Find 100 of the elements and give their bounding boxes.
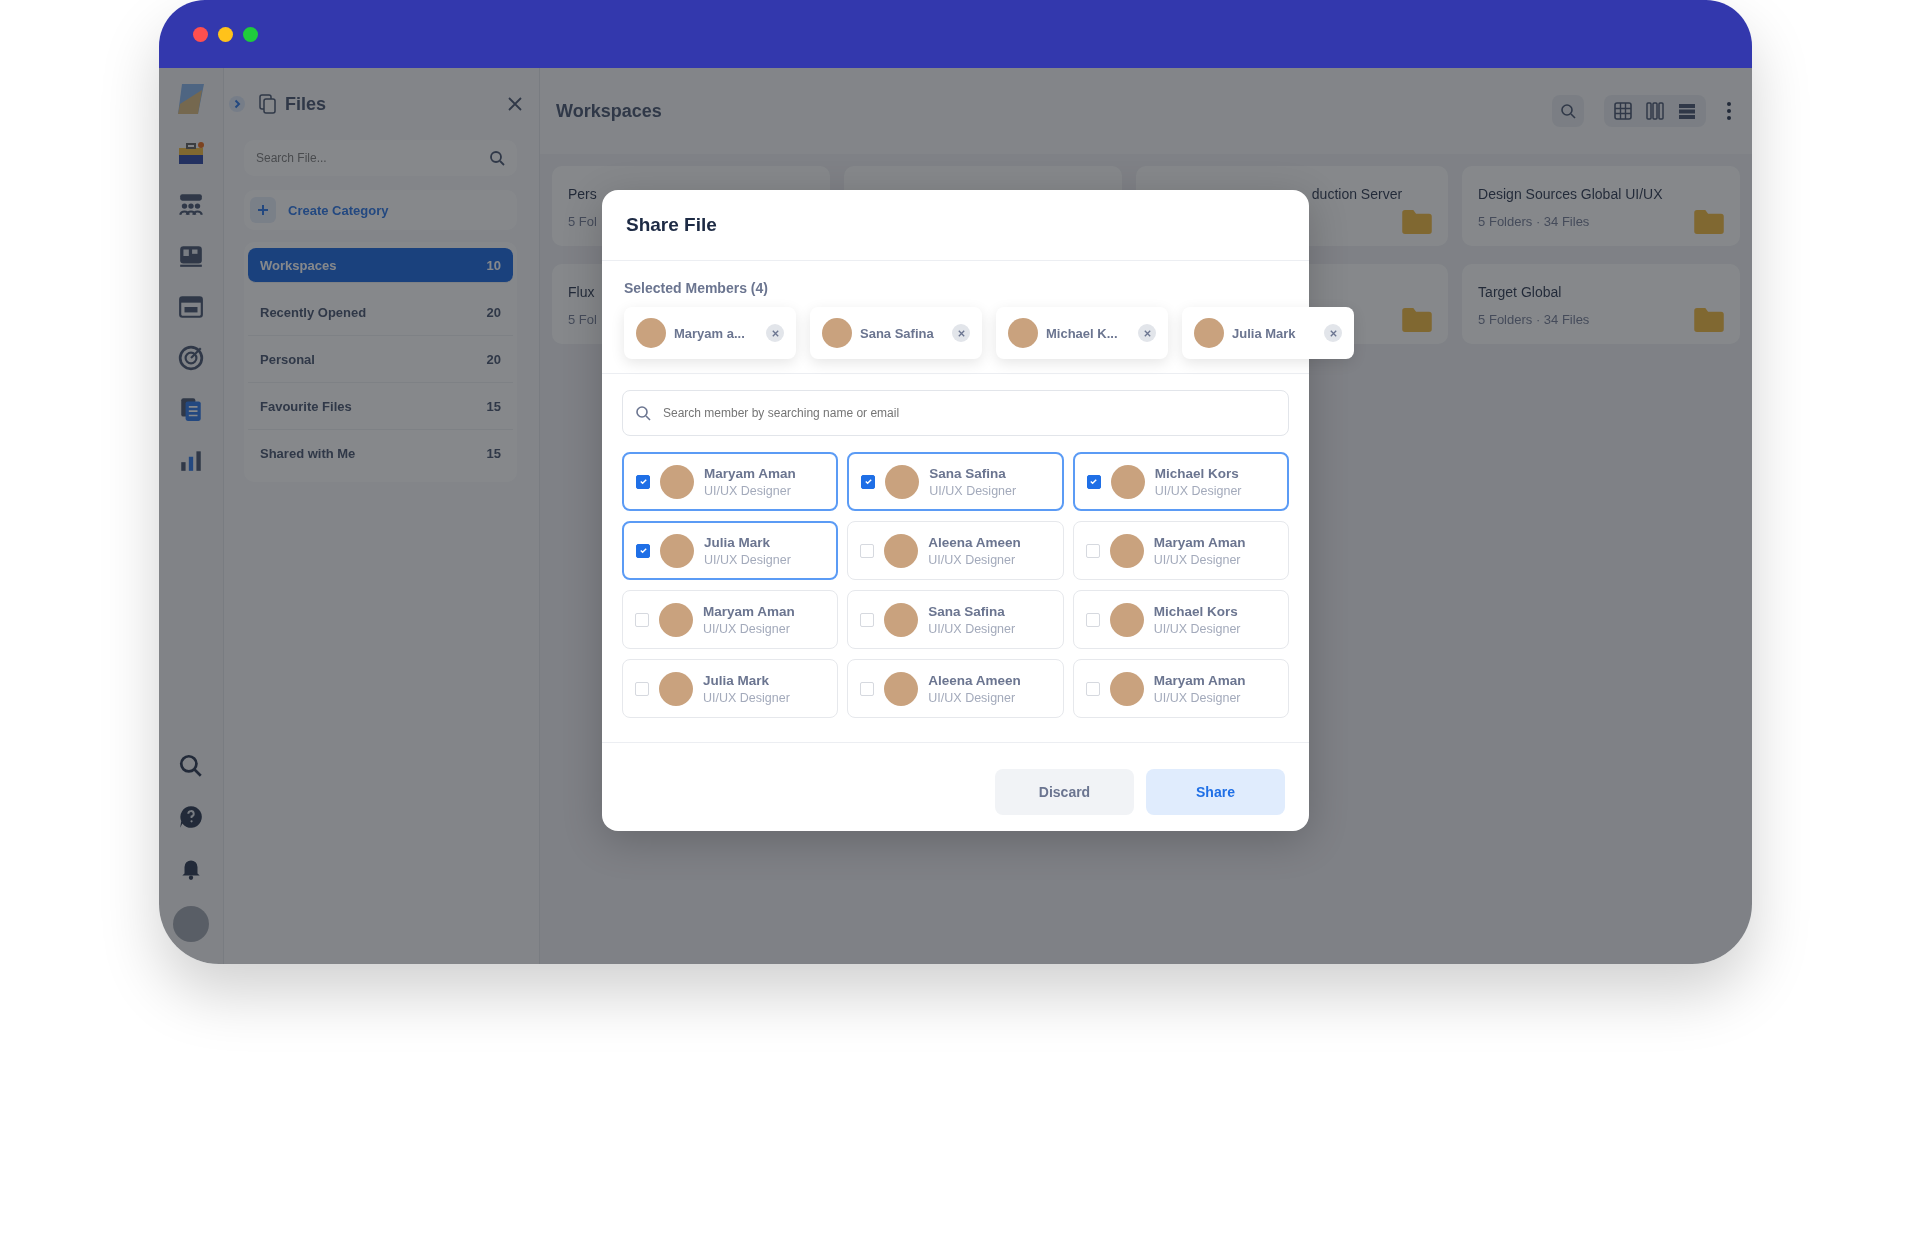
member-name: Sana Safina xyxy=(929,465,1007,481)
category-item[interactable]: Personal 20 xyxy=(248,336,513,383)
remove-button[interactable] xyxy=(766,324,784,342)
checkbox[interactable] xyxy=(1086,474,1101,489)
avatar xyxy=(659,671,693,706)
search-icon xyxy=(635,405,651,421)
close-icon[interactable] xyxy=(507,96,523,112)
maximize-window-button[interactable] xyxy=(243,26,258,42)
check-icon xyxy=(638,477,648,486)
member-card[interactable]: Aleena Ameen UI/UX Designer xyxy=(847,521,1064,580)
avatar xyxy=(1008,318,1038,348)
member-name: Sana Safina xyxy=(860,325,935,341)
close-icon xyxy=(770,328,780,338)
list-view-icon[interactable] xyxy=(1678,102,1696,120)
member-name: Michael Kors xyxy=(1153,603,1239,619)
team-icon[interactable] xyxy=(178,192,204,218)
category-item[interactable]: Workspaces 10 xyxy=(248,248,513,283)
member-role: UI/UX Designer xyxy=(928,690,1017,705)
workspace-title: Flux xyxy=(568,284,596,300)
remove-button[interactable] xyxy=(1324,324,1342,342)
folder-icon xyxy=(1694,308,1724,332)
columns-view-icon[interactable] xyxy=(1646,102,1664,120)
board-icon[interactable] xyxy=(178,243,204,269)
search-icon xyxy=(489,150,505,166)
member-card[interactable]: Maryam Aman UI/UX Designer xyxy=(1072,521,1289,580)
briefcase-icon[interactable] xyxy=(178,141,204,167)
workspace-meta: 5 Fol xyxy=(568,214,597,229)
avatar xyxy=(660,464,694,499)
remove-button[interactable] xyxy=(952,324,970,342)
remove-button[interactable] xyxy=(1138,324,1156,342)
member-card[interactable]: Maryam Aman UI/UX Designer xyxy=(622,452,839,511)
category-item[interactable]: Shared with Me 15 xyxy=(248,430,513,476)
member-name: Maryam Aman xyxy=(1153,534,1246,550)
category-label: Shared with Me xyxy=(260,445,356,461)
workspace-meta: 5 Fol xyxy=(568,312,597,327)
user-avatar[interactable] xyxy=(173,906,209,942)
minimize-window-button[interactable] xyxy=(218,26,233,42)
avatar xyxy=(884,602,919,637)
category-label: Personal xyxy=(260,351,315,367)
workspace-meta: 5 Folders · 34 Files xyxy=(1478,214,1591,229)
folder-icon xyxy=(1694,210,1724,234)
member-role: UI/UX Designer xyxy=(704,552,791,567)
check-icon xyxy=(863,477,873,486)
logo-icon xyxy=(176,82,206,116)
documents-icon[interactable] xyxy=(178,396,204,422)
workspace-title: Pers xyxy=(568,186,597,202)
expand-icon[interactable] xyxy=(229,96,245,112)
member-card[interactable]: Michael Kors UI/UX Designer xyxy=(1072,590,1289,649)
member-card[interactable]: Maryam Aman UI/UX Designer xyxy=(1072,659,1289,718)
category-item[interactable]: Favourite Files 15 xyxy=(248,383,513,430)
avatar xyxy=(660,533,694,568)
target-icon[interactable] xyxy=(178,345,204,371)
avatar xyxy=(1109,602,1144,637)
category-count: 20 xyxy=(486,351,501,367)
checkbox[interactable] xyxy=(636,543,650,558)
category-count: 10 xyxy=(486,257,501,273)
member-card[interactable]: Sana Safina UI/UX Designer xyxy=(847,452,1064,511)
member-name: Sana Safina xyxy=(928,603,1006,619)
close-icon xyxy=(1142,328,1152,338)
avatar xyxy=(884,533,919,568)
workspace-card[interactable]: Target Global 5 Folders · 34 Files xyxy=(1462,264,1740,344)
category-item[interactable]: Recently Opened 20 xyxy=(248,289,513,336)
member-name: Michael K... xyxy=(1046,325,1119,341)
member-role: UI/UX Designer xyxy=(1154,483,1242,498)
search-icon[interactable] xyxy=(178,753,204,779)
member-card[interactable]: Sana Safina UI/UX Designer xyxy=(847,590,1064,649)
category-count: 20 xyxy=(486,304,501,320)
member-search-field[interactable]: Search member by searching name or email xyxy=(622,390,1289,436)
section-label: Selected Members (4) xyxy=(624,280,768,296)
checkbox[interactable] xyxy=(861,474,876,489)
workspace-title: duction Server xyxy=(1311,186,1403,202)
share-button[interactable]: Share xyxy=(1146,769,1285,815)
member-card[interactable]: Maryam Aman UI/UX Designer xyxy=(622,590,839,649)
search-button[interactable] xyxy=(1552,95,1584,127)
category-label: Recently Opened xyxy=(260,304,367,320)
folder-icon xyxy=(1402,308,1433,332)
dialog-title: Share File xyxy=(626,214,717,236)
avatar xyxy=(659,602,693,637)
calendar-icon[interactable] xyxy=(178,294,204,320)
help-icon[interactable] xyxy=(178,804,204,830)
more-icon[interactable] xyxy=(1726,101,1732,121)
search-icon xyxy=(1560,103,1576,119)
member-role: UI/UX Designer xyxy=(1153,621,1241,636)
close-window-button[interactable] xyxy=(193,26,208,42)
file-icon xyxy=(259,94,277,114)
member-name: Julia Mark xyxy=(1232,325,1297,341)
checkbox[interactable] xyxy=(636,474,650,489)
member-card[interactable]: Julia Mark UI/UX Designer xyxy=(622,521,839,580)
member-card[interactable]: Aleena Ameen UI/UX Designer xyxy=(847,659,1064,718)
member-name: Maryam Aman xyxy=(1153,672,1246,688)
discard-button[interactable]: Discard xyxy=(995,769,1134,815)
member-name: Aleena Ameen xyxy=(928,672,1021,688)
workspace-card[interactable]: Design Sources Global UI/UX 5 Folders · 34 Files xyxy=(1462,166,1740,246)
grid-view-icon[interactable] xyxy=(1614,102,1632,120)
avatar xyxy=(1194,318,1224,348)
member-name: Aleena Ameen xyxy=(928,534,1021,550)
avatar xyxy=(822,318,852,348)
category-label: Favourite Files xyxy=(260,398,352,414)
member-card[interactable]: Michael Kors UI/UX Designer xyxy=(1072,452,1289,511)
member-card[interactable]: Julia Mark UI/UX Designer xyxy=(622,659,839,718)
